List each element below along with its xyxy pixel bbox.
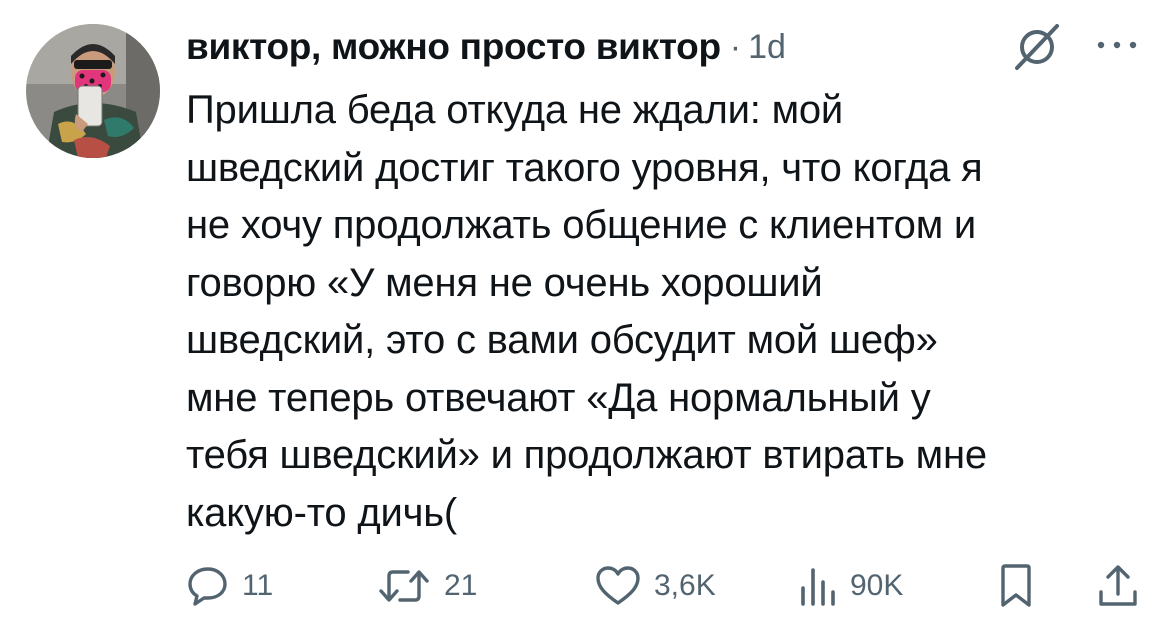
tweet-text-line: не хочу продолжать общение с клиентом и [186,203,977,247]
like-button[interactable]: 3,6K [594,556,716,616]
views-bars-icon [801,568,835,606]
share-icon [1099,565,1137,606]
bookmark-icon [1001,564,1031,607]
tweet-text-line: шведский, это с вами обсудит мой шеф» [186,318,938,362]
reply-bubble-icon [188,567,227,606]
like-count: 3,6K [654,569,716,602]
retweet-button[interactable]: 21 [376,556,477,616]
reply-button[interactable]: 11 [186,556,273,616]
tweet-text-line: какую-то дичь( [186,490,458,535]
heart-icon [596,566,640,605]
retweet-count: 21 [444,569,478,602]
author-name[interactable]: виктор, можно просто виктор [186,26,721,68]
tweet-text: Пришла беда откуда не ждали: мой шведски… [186,82,1136,542]
bookmark-button[interactable] [996,556,1036,616]
grok-slash-icon[interactable] [1010,22,1066,72]
avatar[interactable] [26,24,160,158]
views-count: 90K [850,569,904,602]
reply-count: 11 [242,569,274,602]
action-bar: 11 21 3,6K 90K [0,556,1170,616]
tweet-text-line: тебя шведский» и продолжают втирать мне [186,433,987,477]
retweet-icon [379,570,429,602]
avatar-photo [26,24,160,158]
tweet-text-line: шведский достиг такого уровня, что когда… [186,145,983,190]
views-button[interactable]: 90K [798,556,903,616]
tweet-header: виктор, можно просто виктор · 1d [186,18,786,76]
tweet-text-line: говорю «У меня не очень хороший [186,260,823,305]
tweet-text-line: Пришла беда откуда не ждали: мой [186,88,844,132]
tweet-text-line: мне теперь отвечают «Да нормальный у [186,375,931,420]
share-button[interactable] [1096,556,1140,616]
separator-dot: · [729,27,742,66]
timestamp[interactable]: 1d [748,28,786,67]
more-dots-icon[interactable] [1093,30,1141,60]
